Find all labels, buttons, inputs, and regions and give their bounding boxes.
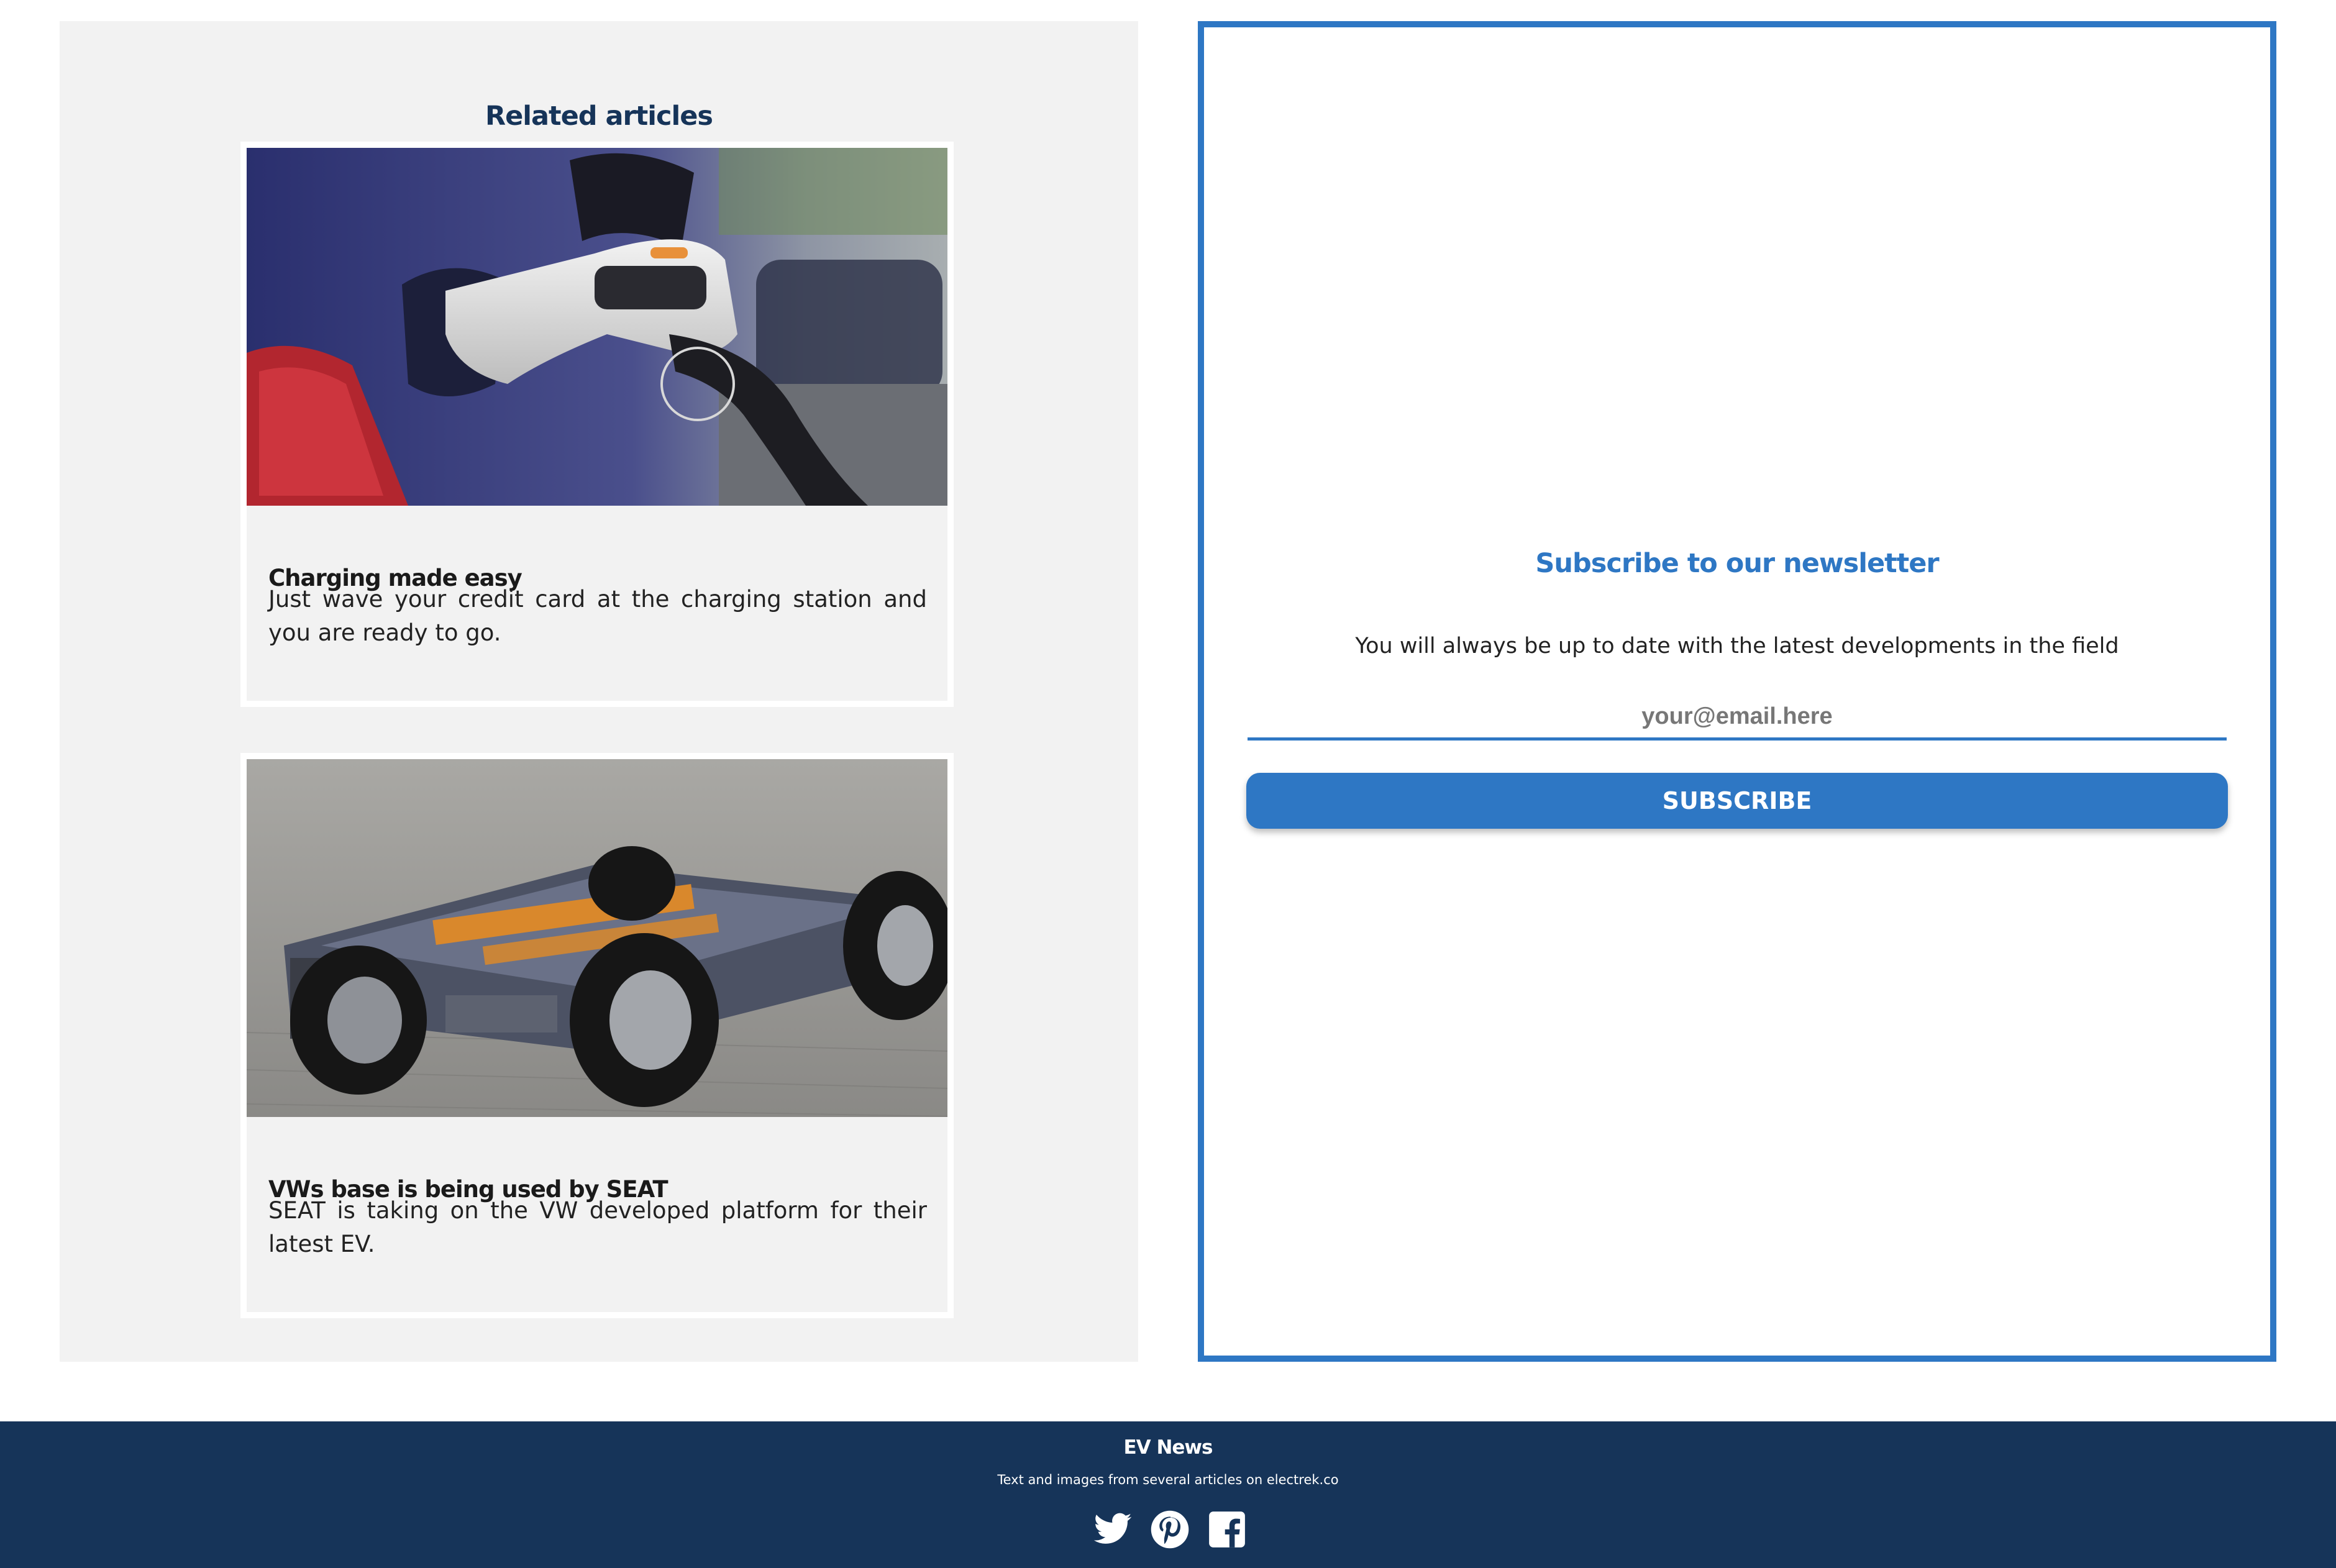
site-footer: EV News Text and images from several art…: [0, 1421, 2336, 1568]
article-card[interactable]: VWs base is being used by SEAT SEAT is t…: [240, 753, 954, 1318]
newsletter-panel: Subscribe to our newsletter You will alw…: [1198, 21, 2276, 1362]
article-card[interactable]: Charging made easy Just wave your credit…: [240, 142, 954, 707]
social-links: [1092, 1508, 1248, 1551]
pinterest-icon[interactable]: [1149, 1509, 1190, 1550]
ev-platform-image[interactable]: [247, 759, 947, 1117]
article-summary: Just wave your credit card at the chargi…: [268, 586, 927, 646]
email-field[interactable]: [1248, 696, 2227, 741]
newsletter-description: You will always be up to date with the l…: [1355, 634, 2119, 659]
twitter-icon[interactable]: [1092, 1509, 1133, 1550]
facebook-icon[interactable]: [1207, 1509, 1248, 1550]
article-summary: SEAT is taking on the VW developed platf…: [268, 1197, 927, 1257]
related-articles-heading: Related articles: [485, 100, 713, 132]
ev-charging-image[interactable]: [247, 148, 947, 506]
footer-credit: Text and images from several articles on…: [997, 1472, 1339, 1487]
related-articles-panel: Related articles Charging made easy Just…: [60, 21, 1138, 1362]
newsletter-heading: Subscribe to our newsletter: [1535, 548, 1939, 579]
subscribe-button[interactable]: SUBSCRIBE: [1246, 773, 2228, 829]
footer-brand: EV News: [1123, 1436, 1213, 1459]
